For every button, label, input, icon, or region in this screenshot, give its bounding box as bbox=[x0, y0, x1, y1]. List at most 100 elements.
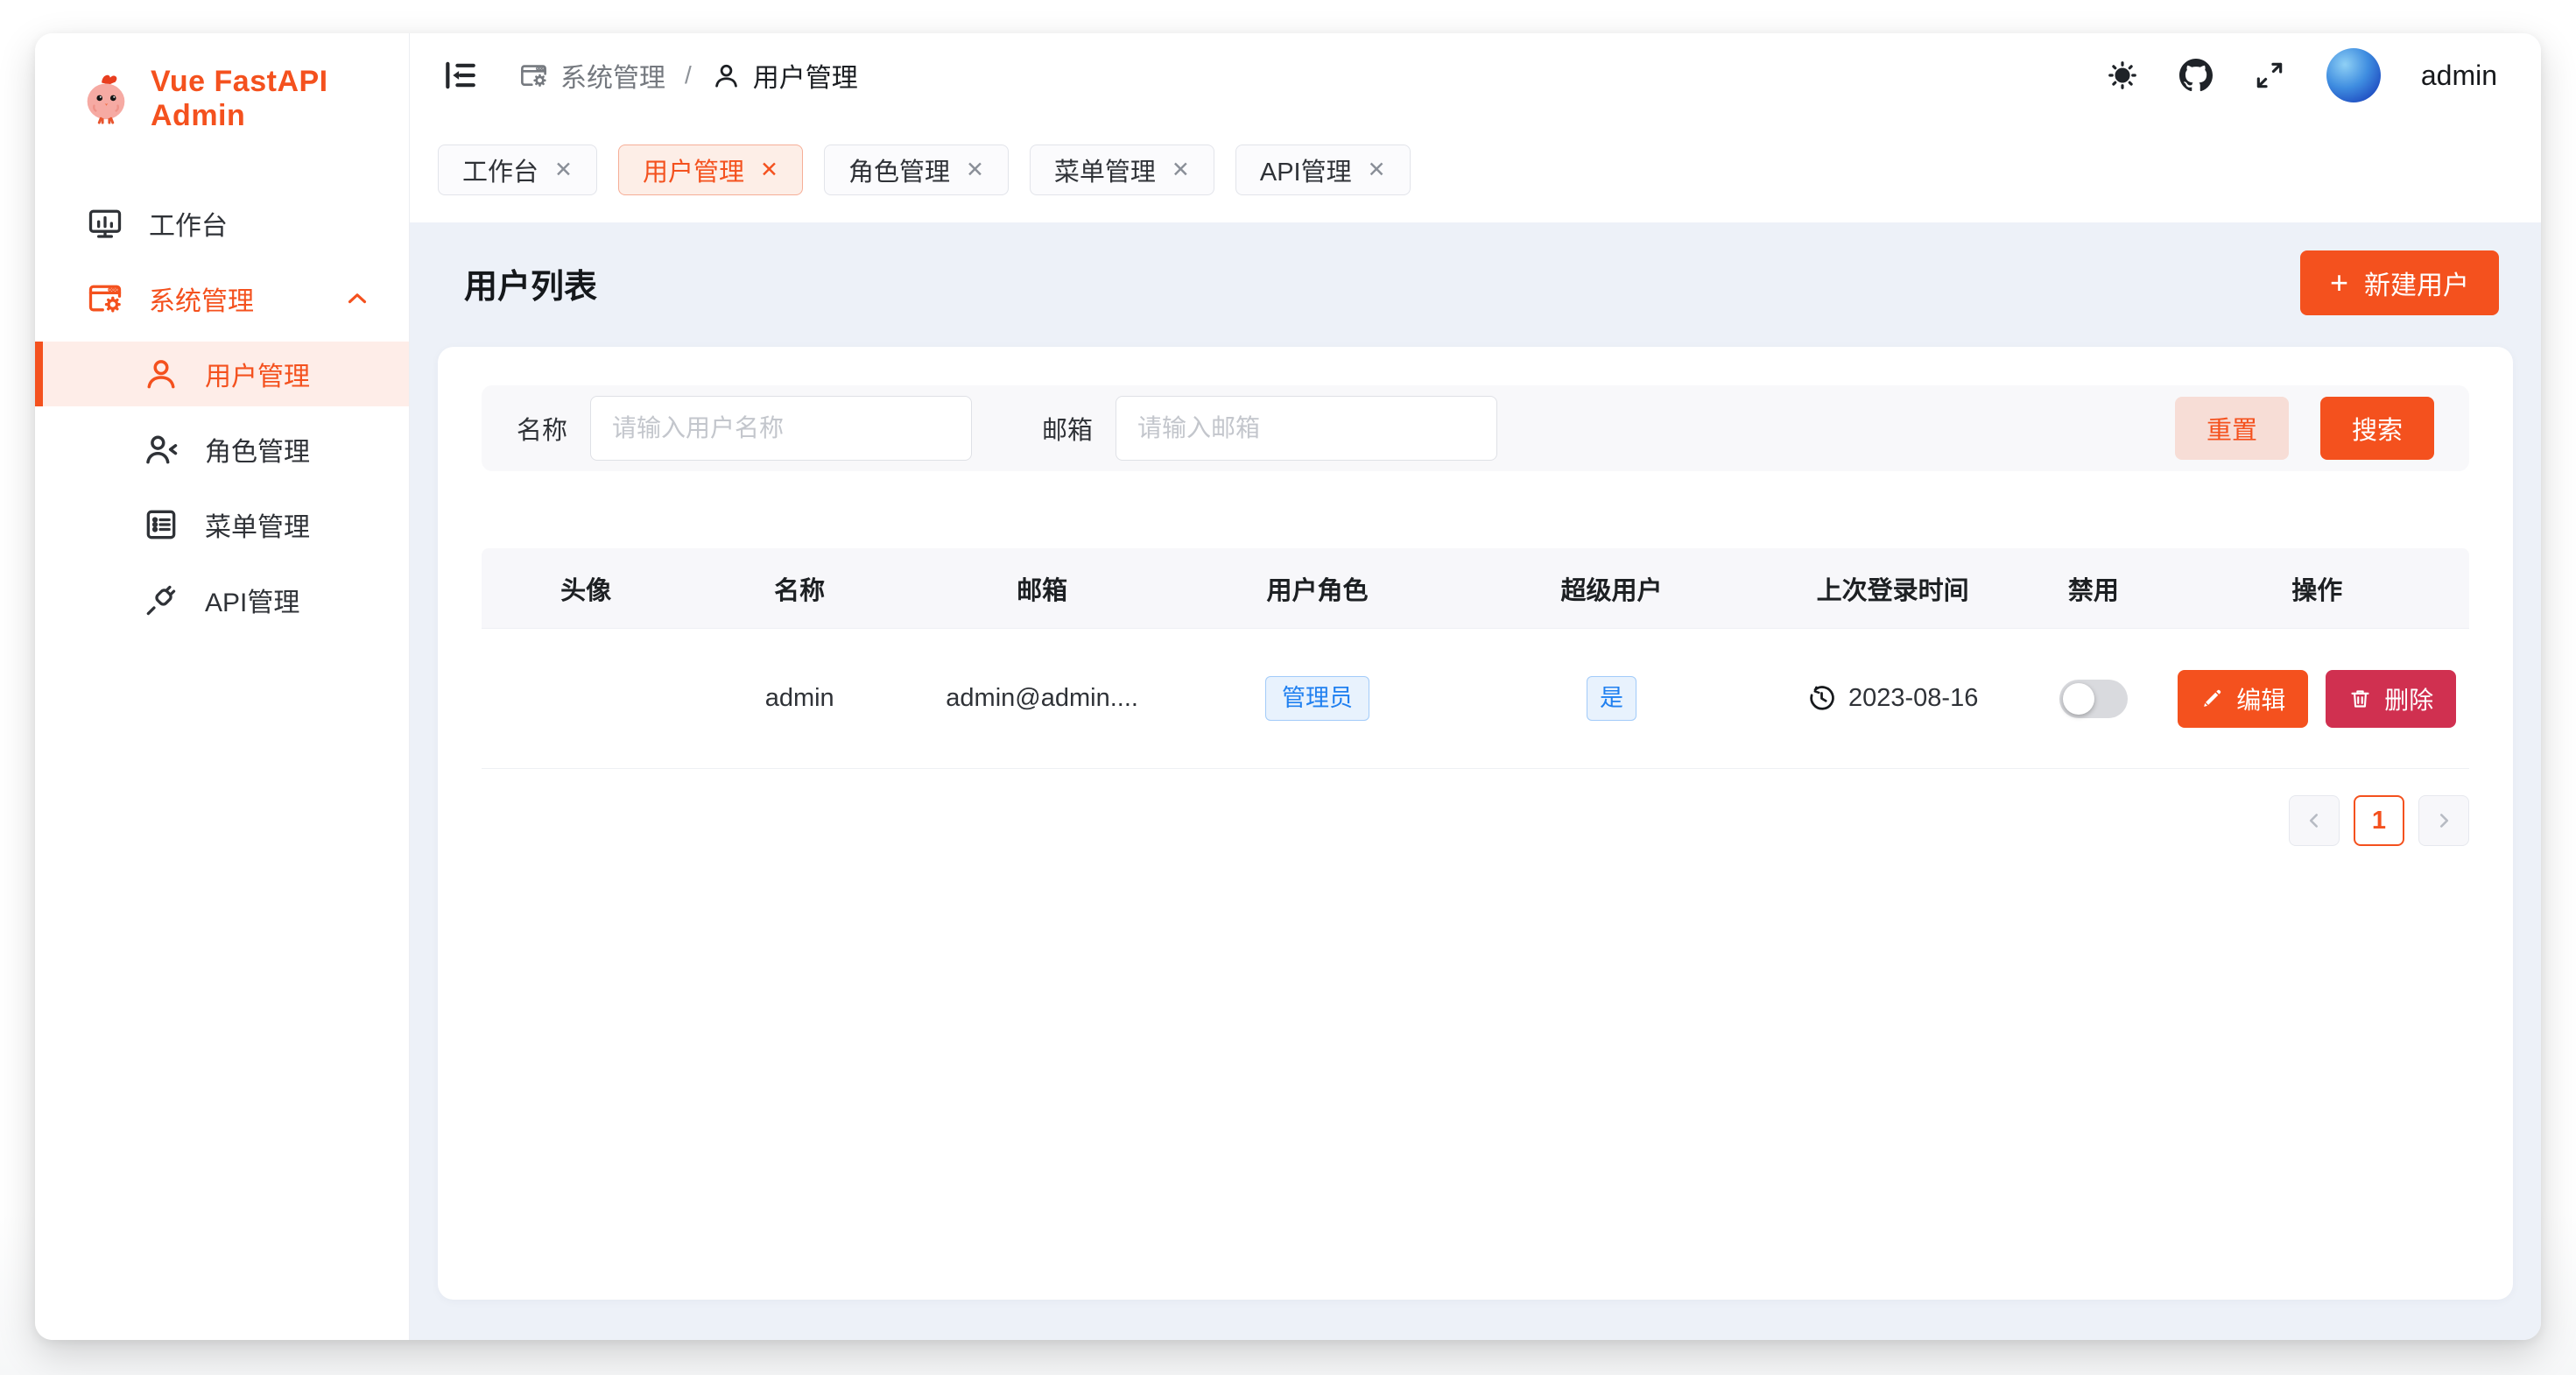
disabled-cell bbox=[2022, 680, 2164, 718]
tab-label: 角色管理 bbox=[848, 152, 950, 188]
system-management-icon bbox=[86, 279, 124, 318]
toggle-knob bbox=[2063, 683, 2094, 715]
column-header-disabled: 禁用 bbox=[2022, 570, 2164, 607]
actions-cell: 编辑 删除 bbox=[2165, 670, 2469, 728]
table-card: 名称 邮箱 重置 搜索 头像 名 bbox=[438, 347, 2513, 1300]
reset-button[interactable]: 重置 bbox=[2175, 397, 2289, 460]
app-window: Vue FastAPI Admin 工作台 bbox=[35, 33, 2541, 1340]
sidebar-collapse-icon[interactable] bbox=[441, 57, 478, 94]
tab-close-icon[interactable]: ✕ bbox=[1368, 157, 1386, 183]
delete-button-label: 删除 bbox=[2384, 681, 2433, 716]
sidebar-item-label: 用户管理 bbox=[205, 355, 310, 393]
theme-sun-icon[interactable] bbox=[2106, 59, 2139, 92]
table-header-row: 头像 名称 邮箱 用户角色 超级用户 上次登录时间 禁用 操作 bbox=[482, 548, 2469, 629]
tab-workbench[interactable]: 工作台 ✕ bbox=[438, 145, 597, 195]
sidebar-item-label: 菜单管理 bbox=[205, 505, 310, 544]
new-user-button[interactable]: + 新建用户 bbox=[2300, 250, 2499, 315]
sidebar-item-api-management[interactable]: API管理 bbox=[35, 568, 409, 632]
users-table: 头像 名称 邮箱 用户角色 超级用户 上次登录时间 禁用 操作 admin bbox=[482, 548, 2469, 769]
tab-label: 菜单管理 bbox=[1054, 152, 1156, 188]
breadcrumb-label: 系统管理 bbox=[560, 56, 665, 95]
column-header-last-login: 上次登录时间 bbox=[1763, 570, 2022, 607]
table-row: admin admin@admin.... 管理员 是 bbox=[482, 629, 2469, 769]
sidebar-item-user-management[interactable]: 用户管理 bbox=[35, 342, 409, 406]
sidebar-item-system-management[interactable]: 系统管理 bbox=[35, 266, 409, 331]
tab-close-icon[interactable]: ✕ bbox=[760, 157, 778, 183]
name-input[interactable] bbox=[590, 396, 972, 461]
user-icon bbox=[142, 355, 180, 393]
page-title: 用户列表 bbox=[464, 259, 597, 307]
sidebar-item-label: 系统管理 bbox=[149, 279, 254, 318]
page-header: 用户列表 + 新建用户 bbox=[438, 222, 2513, 347]
email-field: 邮箱 bbox=[1042, 396, 1497, 461]
tab-label: 工作台 bbox=[462, 152, 538, 188]
page-number-button[interactable]: 1 bbox=[2354, 795, 2404, 846]
last-login-date: 2023-08-16 bbox=[1848, 684, 1978, 713]
column-header-actions: 操作 bbox=[2165, 570, 2469, 607]
column-header-name: 名称 bbox=[690, 570, 909, 607]
tab-close-icon[interactable]: ✕ bbox=[966, 157, 984, 183]
menu-icon bbox=[142, 505, 180, 544]
column-header-superuser: 超级用户 bbox=[1460, 570, 1763, 607]
trash-icon bbox=[2348, 687, 2372, 710]
api-icon bbox=[142, 581, 180, 619]
sidebar: Vue FastAPI Admin 工作台 bbox=[35, 33, 410, 1340]
name-field: 名称 bbox=[517, 396, 972, 461]
email-cell: admin@admin.... bbox=[909, 684, 1175, 713]
app-title: Vue FastAPI Admin bbox=[151, 65, 409, 133]
github-icon[interactable] bbox=[2179, 59, 2213, 92]
screen: Vue FastAPI Admin 工作台 bbox=[0, 0, 2576, 1375]
name-cell: admin bbox=[690, 684, 909, 713]
chevron-right-icon bbox=[2432, 809, 2455, 832]
system-management-icon bbox=[518, 60, 549, 91]
search-button[interactable]: 搜索 bbox=[2320, 397, 2434, 460]
avatar[interactable] bbox=[2326, 48, 2381, 102]
role-tag[interactable]: 管理员 bbox=[1265, 676, 1369, 721]
app-logo[interactable]: Vue FastAPI Admin bbox=[35, 33, 409, 133]
workbench-icon bbox=[86, 204, 124, 243]
header-actions: admin bbox=[2106, 48, 2497, 102]
breadcrumb-label: 用户管理 bbox=[753, 56, 858, 95]
breadcrumb-item-system[interactable]: 系统管理 bbox=[518, 56, 665, 95]
sidebar-item-workbench[interactable]: 工作台 bbox=[35, 191, 409, 256]
prev-page-button[interactable] bbox=[2289, 795, 2340, 846]
user-icon bbox=[711, 60, 742, 91]
plus-icon: + bbox=[2330, 267, 2348, 299]
sidebar-item-menu-management[interactable]: 菜单管理 bbox=[35, 492, 409, 557]
sidebar-item-role-management[interactable]: 角色管理 bbox=[35, 417, 409, 482]
page-content: 用户列表 + 新建用户 名称 邮箱 bbox=[410, 222, 2541, 1340]
disable-toggle[interactable] bbox=[2059, 680, 2128, 718]
email-field-label: 邮箱 bbox=[1042, 410, 1093, 447]
superuser-cell: 是 bbox=[1460, 676, 1763, 721]
sidebar-item-label: 角色管理 bbox=[205, 430, 310, 469]
delete-button[interactable]: 删除 bbox=[2326, 670, 2456, 728]
chevron-left-icon bbox=[2303, 809, 2326, 832]
sidebar-item-label: API管理 bbox=[205, 581, 299, 619]
sidebar-item-label: 工作台 bbox=[149, 204, 228, 243]
edit-button[interactable]: 编辑 bbox=[2178, 670, 2308, 728]
new-user-button-label: 新建用户 bbox=[2364, 264, 2469, 302]
edit-button-label: 编辑 bbox=[2236, 681, 2285, 716]
tab-user-management[interactable]: 用户管理 ✕ bbox=[618, 145, 803, 195]
tab-label: API管理 bbox=[1260, 152, 1352, 188]
main-area: 系统管理 / 用户管理 bbox=[410, 33, 2541, 1340]
chevron-up-icon bbox=[342, 284, 372, 314]
column-header-email: 邮箱 bbox=[909, 570, 1175, 607]
fullscreen-icon[interactable] bbox=[2253, 59, 2286, 92]
name-field-label: 名称 bbox=[517, 410, 567, 447]
role-icon bbox=[142, 430, 180, 469]
next-page-button[interactable] bbox=[2418, 795, 2469, 846]
breadcrumb-item-user[interactable]: 用户管理 bbox=[711, 56, 858, 95]
tab-close-icon[interactable]: ✕ bbox=[554, 157, 573, 183]
email-input[interactable] bbox=[1116, 396, 1497, 461]
username-label[interactable]: admin bbox=[2421, 60, 2497, 92]
top-header: 系统管理 / 用户管理 bbox=[410, 33, 2541, 117]
sidebar-menu: 工作台 系统管理 bbox=[35, 191, 409, 643]
tab-close-icon[interactable]: ✕ bbox=[1172, 157, 1190, 183]
tab-menu-management[interactable]: 菜单管理 ✕ bbox=[1030, 145, 1214, 195]
tab-role-management[interactable]: 角色管理 ✕ bbox=[824, 145, 1009, 195]
superuser-tag: 是 bbox=[1587, 676, 1636, 721]
chick-mascot-icon bbox=[79, 70, 133, 129]
tab-api-management[interactable]: API管理 ✕ bbox=[1235, 145, 1411, 195]
clock-history-icon bbox=[1807, 684, 1836, 713]
